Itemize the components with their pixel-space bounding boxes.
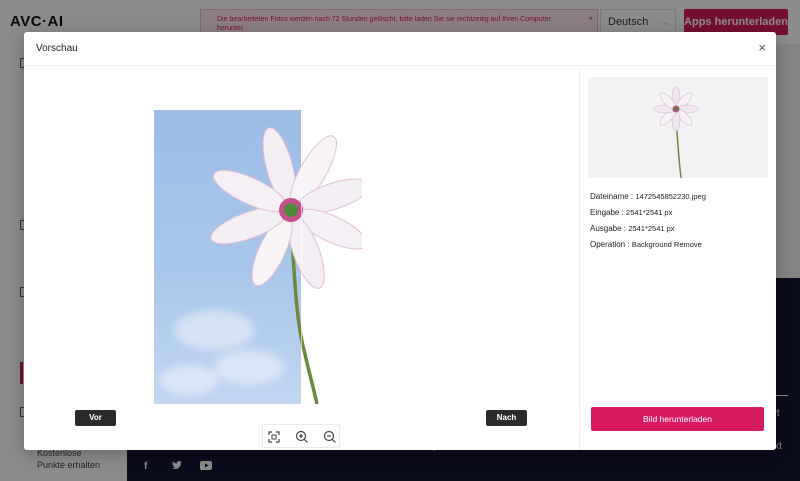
input-size-value: 2541*2541 px xyxy=(626,208,673,217)
preview-area: Vor Nach xyxy=(24,67,579,450)
before-button[interactable]: Vor xyxy=(75,410,116,426)
operation-label: Operation : xyxy=(590,240,630,249)
modal-header: Vorschau × xyxy=(24,32,776,66)
zoom-toolbar xyxy=(262,424,340,448)
comparison-divider[interactable] xyxy=(301,110,302,404)
input-size-label: Eingabe : xyxy=(590,208,624,217)
fit-screen-icon[interactable] xyxy=(265,428,283,446)
output-size-label: Ausgabe : xyxy=(590,224,627,233)
output-size-value: 2541*2541 px xyxy=(628,224,675,233)
operation-row: Operation : Background Remove xyxy=(590,240,702,249)
download-image-button[interactable]: Bild herunterladen xyxy=(591,407,764,431)
zoom-out-icon[interactable] xyxy=(321,428,339,446)
output-size-row: Ausgabe : 2541*2541 px xyxy=(590,224,675,233)
flower-image xyxy=(210,127,362,404)
zoom-in-icon[interactable] xyxy=(293,428,311,446)
modal-title: Vorschau xyxy=(36,43,78,54)
file-name-label: Dateiname : xyxy=(590,192,634,201)
close-icon[interactable]: × xyxy=(758,40,766,55)
preview-modal: Vorschau × Vor Nach Dateiname: 14725458… xyxy=(24,32,776,450)
after-button[interactable]: Nach xyxy=(486,410,527,426)
file-name-row: Dateiname : 1472545852230.jpeg xyxy=(590,192,706,201)
file-name-value: 1472545852230.jpeg xyxy=(635,192,706,201)
input-size-row: Eingabe : 2541*2541 px xyxy=(590,208,672,217)
info-panel: Dateiname : 1472545852230.jpeg Eingabe :… xyxy=(580,67,776,450)
comparison-image[interactable] xyxy=(154,110,362,404)
result-thumbnail xyxy=(588,77,768,178)
operation-value: Background Remove xyxy=(631,240,702,249)
